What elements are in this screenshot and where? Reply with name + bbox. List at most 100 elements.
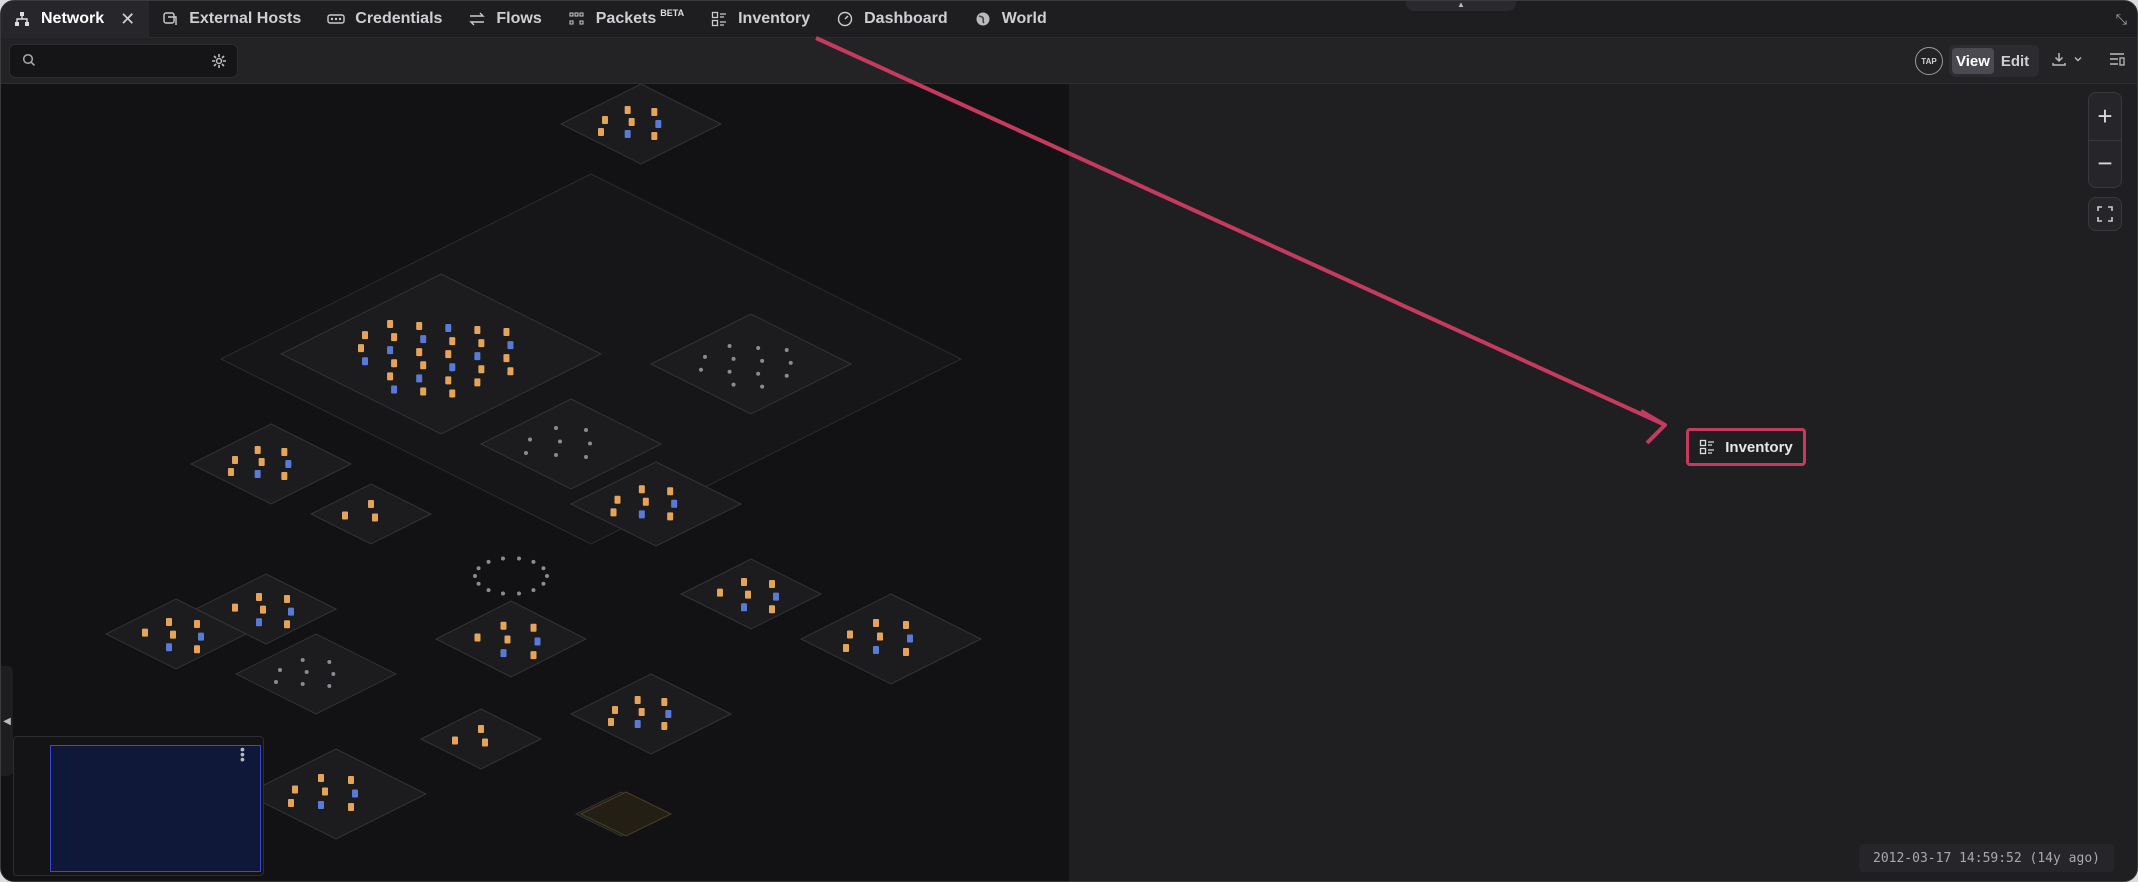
- host-node[interactable]: [387, 320, 394, 328]
- download-button[interactable]: [2051, 51, 2083, 67]
- host-node[interactable]: [903, 621, 909, 629]
- host-node[interactable]: [372, 513, 378, 522]
- host-node[interactable]: [661, 722, 668, 730]
- host-node[interactable]: [452, 736, 458, 745]
- host-node[interactable]: [731, 382, 736, 387]
- zoom-in-button[interactable]: +: [2089, 93, 2121, 141]
- host-node[interactable]: [504, 635, 511, 644]
- host-node[interactable]: [651, 132, 658, 140]
- host-node[interactable]: [634, 720, 641, 728]
- fit-screen-button[interactable]: [2088, 197, 2122, 231]
- host-node[interactable]: [420, 387, 427, 396]
- host-node[interactable]: [588, 441, 592, 446]
- host-node[interactable]: [584, 428, 588, 432]
- host-node[interactable]: [166, 618, 172, 626]
- host-node[interactable]: [877, 632, 883, 641]
- host-node[interactable]: [530, 651, 537, 660]
- host-node[interactable]: [531, 588, 536, 593]
- panel-handle[interactable]: ▲: [1406, 1, 1516, 11]
- host-node[interactable]: [445, 376, 452, 385]
- host-node[interactable]: [284, 595, 290, 603]
- tab-dashboard[interactable]: Dashboard: [824, 1, 962, 38]
- host-node[interactable]: [903, 648, 909, 656]
- host-node[interactable]: [416, 348, 423, 357]
- host-node[interactable]: [278, 668, 282, 672]
- tab-world[interactable]: World: [962, 1, 1061, 38]
- host-node[interactable]: [554, 426, 558, 430]
- host-node[interactable]: [327, 684, 332, 688]
- host-node[interactable]: [500, 591, 505, 596]
- subnet-group[interactable]: [309, 483, 433, 545]
- host-node[interactable]: [486, 588, 491, 593]
- host-node[interactable]: [473, 574, 477, 578]
- host-node[interactable]: [651, 108, 658, 116]
- host-node[interactable]: [445, 350, 452, 359]
- list-settings-button[interactable]: [2109, 51, 2125, 72]
- host-node[interactable]: [476, 581, 481, 586]
- host-node[interactable]: [760, 384, 765, 389]
- subnet-group[interactable]: [569, 673, 733, 755]
- host-node[interactable]: [342, 511, 348, 520]
- host-node[interactable]: [784, 348, 789, 352]
- minimize-icon[interactable]: ⤡: [2116, 11, 2127, 28]
- host-node[interactable]: [318, 774, 324, 782]
- host-node[interactable]: [478, 725, 484, 733]
- host-node[interactable]: [348, 803, 354, 811]
- minimap[interactable]: • • •: [13, 736, 264, 876]
- host-node[interactable]: [655, 120, 662, 128]
- host-node[interactable]: [628, 118, 635, 126]
- tab-external-hosts[interactable]: External Hosts: [149, 1, 315, 38]
- host-node[interactable]: [634, 696, 641, 704]
- host-node[interactable]: [352, 789, 358, 798]
- host-node[interactable]: [254, 446, 261, 454]
- host-node[interactable]: [784, 373, 789, 378]
- host-node[interactable]: [665, 710, 672, 718]
- host-node[interactable]: [260, 605, 266, 614]
- host-node[interactable]: [517, 591, 522, 596]
- host-node[interactable]: [232, 603, 238, 612]
- host-node[interactable]: [642, 497, 649, 506]
- host-node[interactable]: [741, 603, 747, 612]
- host-node[interactable]: [717, 588, 723, 597]
- host-node[interactable]: [281, 448, 288, 456]
- tab-packets[interactable]: Packets BETA: [556, 1, 698, 38]
- gear-icon[interactable]: [211, 53, 227, 74]
- host-node[interactable]: [500, 621, 507, 630]
- host-node[interactable]: [387, 372, 394, 381]
- host-node[interactable]: [474, 633, 481, 642]
- network-map-canvas[interactable]: ◀ • • •: [1, 84, 1069, 881]
- host-node[interactable]: [610, 508, 617, 517]
- host-node[interactable]: [362, 357, 368, 366]
- inventory-callout[interactable]: Inventory: [1686, 428, 1806, 466]
- host-node[interactable]: [528, 437, 532, 442]
- host-node[interactable]: [449, 363, 456, 372]
- host-node[interactable]: [194, 620, 200, 628]
- host-node[interactable]: [554, 453, 558, 457]
- host-node[interactable]: [503, 354, 510, 363]
- subnet-group[interactable]: [434, 600, 588, 678]
- host-node[interactable]: [232, 456, 238, 464]
- host-node[interactable]: [873, 646, 879, 654]
- host-node[interactable]: [731, 356, 736, 361]
- host-node[interactable]: [788, 360, 793, 365]
- host-node[interactable]: [391, 359, 398, 368]
- host-node[interactable]: [907, 634, 913, 643]
- host-node[interactable]: [727, 369, 732, 374]
- host-node[interactable]: [368, 500, 374, 508]
- host-node[interactable]: [348, 776, 354, 784]
- subnet-group[interactable]: [419, 708, 543, 770]
- host-node[interactable]: [387, 346, 394, 355]
- host-node[interactable]: [416, 322, 423, 330]
- host-node[interactable]: [531, 559, 536, 564]
- host-node[interactable]: [420, 361, 427, 370]
- minimap-more-icon[interactable]: • • •: [240, 742, 245, 766]
- host-node[interactable]: [449, 337, 456, 346]
- host-node[interactable]: [288, 799, 294, 807]
- host-node[interactable]: [416, 374, 423, 383]
- host-node[interactable]: [584, 455, 588, 459]
- host-node[interactable]: [727, 344, 732, 348]
- host-node[interactable]: [517, 556, 522, 561]
- host-node[interactable]: [602, 116, 608, 124]
- host-node[interactable]: [285, 460, 292, 468]
- host-node[interactable]: [667, 487, 674, 496]
